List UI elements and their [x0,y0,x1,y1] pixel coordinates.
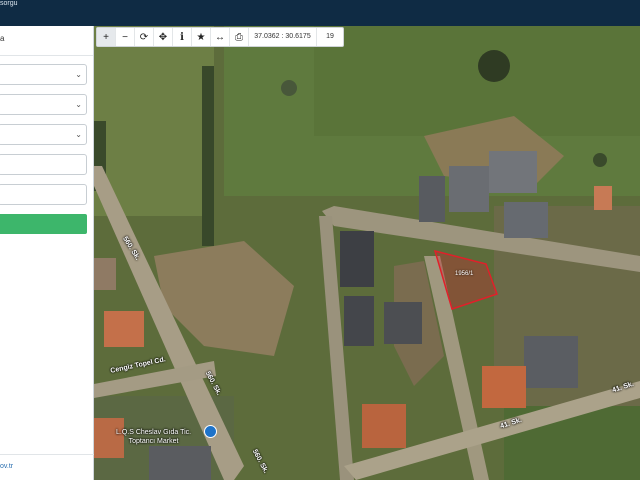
poi-name: L.Q.S Cheslav Gıda Tic. [116,429,192,436]
parcel-label: 1956/1 [455,271,474,277]
measure-button[interactable]: ↔ [211,28,230,46]
chevron-down-icon: ⌄ [75,100,82,109]
neighborhood-select[interactable]: ⌄ [0,124,87,145]
poi-marker[interactable] [204,425,217,438]
parcel-number-input[interactable] [0,184,87,205]
query-sidebar: a ⌄ ⌄ ⌄ ov.tr [0,26,94,480]
chevron-down-icon: ⌄ [75,130,82,139]
locate-button[interactable]: ✥ [154,28,173,46]
chevron-down-icon: ⌄ [75,70,82,79]
star-icon: ★ [196,31,206,43]
query-button[interactable] [0,214,87,234]
coordinate-readout: 37.0362 : 30.6175 [249,28,317,46]
zoom-level-readout: 19 [326,33,334,40]
crosshair-icon: ✥ [158,31,168,43]
favorite-button[interactable]: ★ [192,28,211,46]
sidebar-header: a [0,26,93,56]
satellite-map[interactable] [94,26,640,480]
info-icon: i [180,31,184,43]
print-icon: ⎙ [235,31,243,43]
print-button[interactable]: ⎙ [230,28,249,46]
poi-label: L.Q.S Cheslav Gıda Tic. Toptancı Market [116,428,191,446]
refresh-icon: ⟳ [139,31,149,43]
map-toolbar: + − ⟳ ✥ i ★ ↔ ⎙ 37.0362 : 30.6175 19 [96,27,344,47]
poi-category: Toptancı Market [128,438,179,445]
district-select[interactable]: ⌄ [0,94,87,115]
province-select[interactable]: ⌄ [0,64,87,85]
block-number-input[interactable] [0,154,87,175]
satellite-imagery [94,26,640,480]
top-bar: sorgu [0,0,640,26]
plus-icon: + [103,31,109,43]
zoom-out-button[interactable]: − [116,28,135,46]
info-button[interactable]: i [173,28,192,46]
footer-link[interactable]: ov.tr [0,454,94,480]
zoom-in-button[interactable]: + [97,28,116,46]
refresh-button[interactable]: ⟳ [135,28,154,46]
minus-icon: − [122,31,128,43]
app-brand: sorgu [0,0,18,7]
measure-icon: ↔ [215,31,225,43]
